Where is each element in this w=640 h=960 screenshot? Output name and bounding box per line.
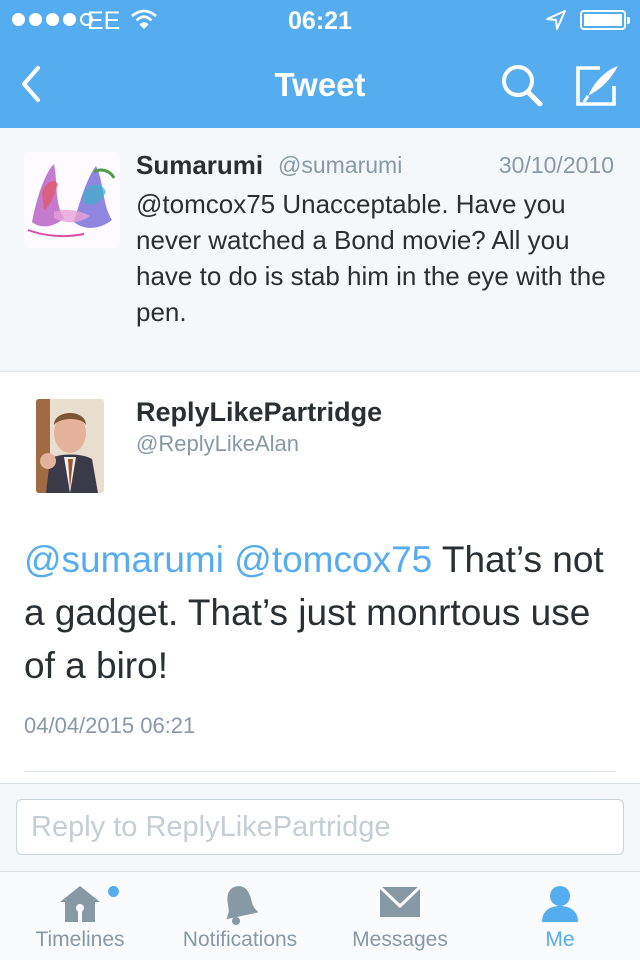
tab-timelines[interactable]: Timelines (20, 872, 140, 960)
envelope-icon (378, 884, 422, 925)
compose-icon[interactable] (572, 62, 622, 110)
home-icon (58, 884, 102, 929)
search-icon[interactable] (498, 62, 546, 110)
tab-bar: Timelines Notifications Messages Me (0, 871, 640, 960)
tweet-timestamp: 04/04/2015 06:21 (24, 713, 196, 738)
author-handle[interactable]: @ReplyLikeAlan (136, 431, 299, 457)
battery-icon (580, 10, 630, 30)
status-bar: EE 06:21 (0, 0, 640, 40)
tab-label: Notifications (182, 928, 298, 951)
avatar[interactable] (36, 399, 104, 493)
person-icon (539, 884, 581, 929)
mention-link[interactable]: @sumarumi (24, 539, 224, 580)
parent-tweet[interactable]: Sumarumi @sumarumi 30/10/2010 @tomcox75 … (0, 128, 640, 372)
tab-messages[interactable]: Messages (335, 872, 465, 960)
reply-bar (0, 783, 640, 871)
tab-label: Timelines (35, 928, 125, 951)
status-time: 06:21 (288, 7, 352, 35)
parent-tweet-date: 30/10/2010 (498, 152, 614, 178)
new-content-badge (108, 886, 119, 897)
parent-author-handle[interactable]: @sumarumi (278, 152, 402, 179)
parent-tweet-text: @tomcox75 Unacceptable. Have you never w… (136, 189, 606, 327)
main-tweet: ReplyLikePartridge @ReplyLikeAlan @sumar… (0, 373, 640, 783)
author-name[interactable]: ReplyLikePartridge (136, 397, 382, 428)
location-arrow-icon (545, 9, 567, 36)
avatar[interactable] (24, 152, 120, 248)
mention-link[interactable]: @tomcox75 (234, 539, 432, 580)
divider (24, 771, 616, 772)
top-bar: EE 06:21 Tweet (0, 0, 640, 128)
reply-input[interactable] (16, 799, 624, 855)
tab-me[interactable]: Me (500, 872, 620, 960)
tab-label: Messages (352, 928, 448, 951)
tab-label: Me (545, 928, 575, 951)
tweet-text: @sumarumi @tomcox75 That’s not a gadget.… (24, 533, 624, 692)
tab-notifications[interactable]: Notifications (165, 872, 315, 960)
parent-author-name[interactable]: Sumarumi (136, 150, 263, 181)
bell-icon (220, 884, 260, 931)
